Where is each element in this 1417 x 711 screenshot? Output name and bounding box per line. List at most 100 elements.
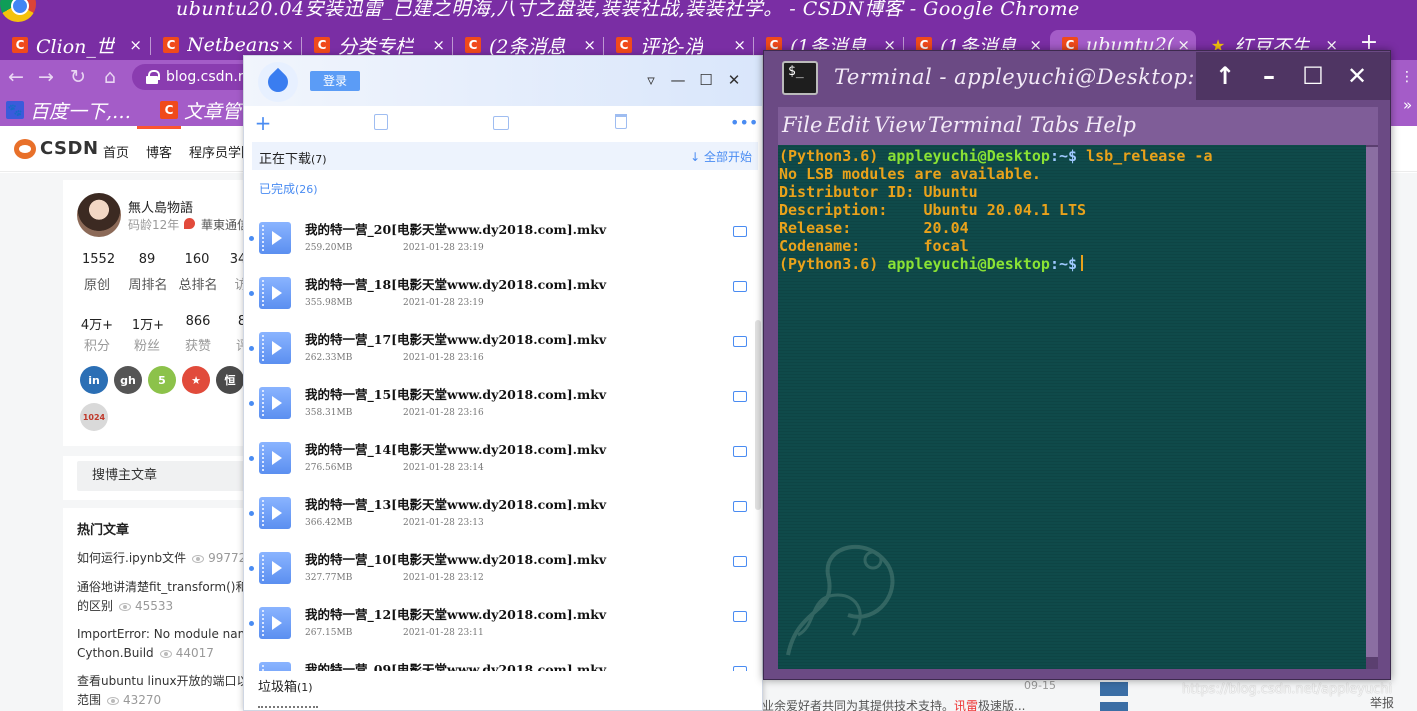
tab-close-icon[interactable]: × bbox=[583, 36, 596, 54]
menu-help[interactable]: Help bbox=[1085, 113, 1136, 137]
folder-icon[interactable] bbox=[733, 336, 747, 347]
prompt-line: (Python3.6) appleyuchi@Desktop:~$ bbox=[779, 255, 1213, 273]
tab-close-icon[interactable]: × bbox=[733, 36, 746, 54]
more-menu-icon[interactable]: ⋮ bbox=[1400, 60, 1417, 94]
download-item[interactable]: 我的特一营_18[电影天堂www.dy2018.com].mkv 355.98M… bbox=[244, 266, 750, 321]
hot-article-link-line2[interactable]: 范围 43270 bbox=[77, 691, 161, 709]
menu-tabs[interactable]: Tabs bbox=[1030, 113, 1079, 137]
folder-icon[interactable] bbox=[733, 226, 747, 237]
browser-tab[interactable]: C Clion_世 × bbox=[0, 30, 148, 60]
star-badge-icon[interactable]: ★ bbox=[182, 366, 210, 394]
prompt-env: (Python3.6) bbox=[779, 147, 879, 165]
download-item[interactable]: 我的特一营_09[电影天堂www.dy2018.com].mkv bbox=[244, 651, 750, 671]
maximize-icon[interactable]: ☐ bbox=[696, 70, 716, 90]
close-icon[interactable]: ✕ bbox=[1342, 61, 1372, 91]
menu-file[interactable]: File bbox=[782, 113, 822, 137]
prompt-path: :~$ bbox=[1049, 147, 1078, 165]
reload-icon[interactable]: ↻ bbox=[66, 65, 90, 89]
article-thumbnail[interactable] bbox=[1100, 682, 1128, 696]
hot-article-link[interactable]: 查看ubuntu linux开放的端口以 bbox=[77, 672, 249, 690]
forward-arrow-icon[interactable]: → bbox=[34, 65, 58, 89]
hot-article-link[interactable]: ImportError: No module name bbox=[77, 625, 257, 643]
article-snippet[interactable]: 业余爱好者共同为其提供技术支持。讯雷极速版... bbox=[762, 697, 1025, 711]
1024-badge-icon[interactable]: 1024 bbox=[80, 403, 108, 431]
more-options-icon[interactable]: ••• bbox=[730, 114, 758, 132]
stat-week-rank-value: 89 bbox=[138, 252, 156, 267]
hot-article-link-line2[interactable]: 的区别 45533 bbox=[77, 597, 173, 615]
stat-original-label: 原创 bbox=[83, 278, 110, 293]
download-item[interactable]: 我的特一营_12[电影天堂www.dy2018.com].mkv 267.15M… bbox=[244, 596, 750, 651]
stat-likes-label: 获赞 bbox=[184, 339, 211, 354]
hot-article-link-line2[interactable]: Cython.Build 44017 bbox=[77, 644, 214, 662]
terminal-title-bar[interactable]: $_ Terminal - appleyuchi@Desktop: ~ ↑ – … bbox=[764, 51, 1390, 107]
download-item[interactable]: 我的特一营_13[电影天堂www.dy2018.com].mkv 366.42M… bbox=[244, 486, 750, 541]
prompt-line: (Python3.6) appleyuchi@Desktop:~$ lsb_re… bbox=[779, 147, 1213, 165]
video-file-icon bbox=[259, 497, 291, 529]
bookmark-baidu[interactable]: 🐾 百度一下,… bbox=[6, 97, 131, 123]
hot-article-title-cont: 的区别 bbox=[77, 599, 114, 613]
tab-close-icon[interactable]: × bbox=[129, 36, 142, 54]
browser-title-bar: ubuntu20.04安装迅雷_已建之明海,八寸之盘装,装装社战,装装社学。 -… bbox=[0, 0, 1417, 26]
document-icon[interactable] bbox=[374, 114, 388, 130]
blog-search-input[interactable]: 搜博主文章 bbox=[77, 461, 257, 491]
nav-home[interactable]: 首页 bbox=[103, 142, 129, 161]
profile-name[interactable]: 無人島物語 bbox=[128, 197, 193, 216]
csdn-logo[interactable]: CSDN bbox=[14, 138, 99, 159]
status-dot bbox=[249, 511, 254, 516]
persistence-badge-icon[interactable]: 恒 bbox=[216, 366, 244, 394]
home-icon[interactable]: ⌂ bbox=[98, 65, 122, 89]
report-link[interactable]: 举报 bbox=[1370, 694, 1394, 711]
list-scrollbar[interactable] bbox=[755, 320, 761, 510]
folder-icon[interactable] bbox=[733, 446, 747, 457]
dropdown-menu-icon[interactable]: ▿ bbox=[641, 70, 661, 90]
trash-section[interactable]: 垃圾箱(1) bbox=[258, 676, 313, 695]
download-item[interactable]: 我的特一营_20[电影天堂www.dy2018.com].mkv 259.20M… bbox=[244, 211, 750, 266]
menu-view[interactable]: View bbox=[874, 113, 926, 137]
download-item[interactable]: 我的特一营_10[电影天堂www.dy2018.com].mkv 327.77M… bbox=[244, 541, 750, 596]
bookmark-article-manage[interactable]: C 文章管 bbox=[160, 97, 241, 123]
tab-close-icon[interactable]: × bbox=[281, 36, 294, 54]
close-icon[interactable]: ✕ bbox=[724, 70, 744, 90]
linkedin-badge-icon[interactable]: in bbox=[80, 366, 108, 394]
open-folder-icon[interactable] bbox=[493, 116, 509, 130]
delete-icon[interactable] bbox=[615, 114, 627, 129]
folder-icon[interactable] bbox=[733, 666, 747, 671]
add-task-icon[interactable]: + bbox=[254, 113, 272, 133]
github-badge-icon[interactable]: gh bbox=[114, 366, 142, 394]
download-item[interactable]: 我的特一营_17[电影天堂www.dy2018.com].mkv 262.33M… bbox=[244, 321, 750, 376]
article-thumbnail[interactable] bbox=[1100, 702, 1128, 711]
completed-section[interactable]: 已完成(26) bbox=[259, 180, 318, 197]
folder-icon[interactable] bbox=[733, 391, 747, 402]
nav-blog[interactable]: 博客 bbox=[146, 142, 172, 161]
file-size: 259.20MB bbox=[305, 243, 353, 253]
tab-close-icon[interactable]: × bbox=[432, 36, 445, 54]
start-all-button[interactable]: ↓ 全部开始 bbox=[690, 148, 752, 165]
terminal-output[interactable]: (Python3.6) appleyuchi@Desktop:~$ lsb_re… bbox=[778, 145, 1366, 669]
file-name: 我的特一营_10[电影天堂www.dy2018.com].mkv bbox=[305, 552, 607, 567]
profile-years: 码龄12年 bbox=[128, 218, 180, 232]
file-date: 2021-01-28 23:12 bbox=[403, 573, 484, 583]
maximize-icon[interactable]: ☐ bbox=[1298, 61, 1328, 91]
back-arrow-icon[interactable]: ← bbox=[4, 65, 28, 89]
csdn-favicon-icon: C bbox=[12, 37, 28, 53]
avatar[interactable] bbox=[77, 193, 121, 237]
hot-article-link[interactable]: 通俗地讲清楚fit_transform()和 bbox=[77, 578, 247, 596]
terminal-scrollbar-thumb[interactable] bbox=[1366, 147, 1378, 657]
menu-terminal[interactable]: Terminal bbox=[928, 113, 1022, 137]
login-button[interactable]: 登录 bbox=[310, 71, 360, 91]
menu-edit[interactable]: Edit bbox=[826, 113, 870, 137]
minimize-icon[interactable]: — bbox=[668, 70, 688, 90]
hot-article-link[interactable]: 如何运行.ipynb文件 99772 bbox=[77, 549, 246, 567]
download-item[interactable]: 我的特一营_15[电影天堂www.dy2018.com].mkv 358.31M… bbox=[244, 376, 750, 431]
folder-icon[interactable] bbox=[733, 281, 747, 292]
bookmarks-overflow-icon[interactable]: » bbox=[1403, 96, 1412, 114]
five-year-badge-icon[interactable]: 5 bbox=[148, 366, 176, 394]
folder-icon[interactable] bbox=[733, 501, 747, 512]
downloading-section[interactable]: 正在下载(7) ↓ 全部开始 bbox=[252, 142, 758, 170]
keep-above-icon[interactable]: ↑ bbox=[1210, 61, 1240, 91]
minimize-icon[interactable]: – bbox=[1254, 61, 1284, 91]
hot-article-title: 如何运行.ipynb文件 bbox=[77, 551, 187, 565]
folder-icon[interactable] bbox=[733, 556, 747, 567]
folder-icon[interactable] bbox=[733, 611, 747, 622]
download-item[interactable]: 我的特一营_14[电影天堂www.dy2018.com].mkv 276.56M… bbox=[244, 431, 750, 486]
